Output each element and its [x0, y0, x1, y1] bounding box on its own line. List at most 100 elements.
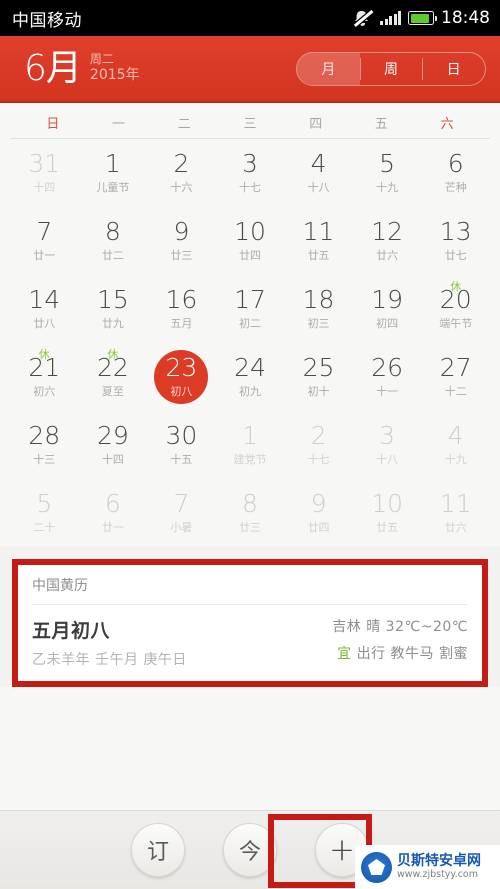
day-lunar-label: 廿一: [33, 249, 56, 263]
almanac-title: 中国黄历: [32, 575, 468, 605]
app-root: 中国移动 18:48 6月 周二 2015年 月 周 日 日 一 二 三 四 五…: [0, 0, 500, 889]
calendar-day-cell[interactable]: 11 廿五: [284, 207, 353, 275]
calendar-day-cell[interactable]: 1 儿童节: [79, 139, 148, 207]
day-lunar-label: 初十: [307, 385, 330, 399]
day-lunar-label: 十九: [376, 181, 399, 195]
calendar-day-cell[interactable]: 26 十一: [353, 343, 422, 411]
day-lunar-label: 十四: [33, 181, 56, 195]
calendar-day-cell[interactable]: 18 初三: [284, 275, 353, 343]
day-lunar-label: 十三: [33, 453, 56, 467]
day-lunar-label: 十一: [376, 385, 399, 399]
calendar-day-cell[interactable]: 29 十四: [79, 411, 148, 479]
day-number: 24: [234, 352, 266, 382]
calendar-day-cell[interactable]: 16 五月: [147, 275, 216, 343]
day-lunar-label: 初九: [238, 385, 261, 399]
calendar-day-cell[interactable]: 2 十七: [284, 411, 353, 479]
calendar-day-cell[interactable]: 8 廿三: [216, 479, 285, 547]
today-button[interactable]: 今: [223, 823, 277, 877]
calendar-day-cell[interactable]: 11 廿六: [421, 479, 490, 547]
almanac-left: 五月初八 乙未羊年 壬午月 庚午日: [32, 616, 187, 669]
day-number: 30: [165, 420, 198, 450]
day-lunar-label: 十八: [376, 453, 399, 467]
day-lunar-label: 廿五: [307, 249, 330, 263]
clock-label: 18:48: [441, 8, 490, 28]
calendar-day-cell[interactable]: 25 初十: [284, 343, 353, 411]
rest-day-badge: 休: [107, 348, 119, 361]
subscribe-button[interactable]: 订: [131, 823, 185, 877]
calendar-day-cell[interactable]: 1 建党节: [216, 411, 285, 479]
calendar-day-cell[interactable]: 12 廿六: [353, 207, 422, 275]
calendar-day-cell[interactable]: 23 初八: [147, 343, 216, 411]
calendar-day-cell[interactable]: 28 十三: [10, 411, 79, 479]
day-lunar-label: 廿三: [170, 249, 193, 263]
bottom-toolbar: 订 今 + 贝斯特安卓网 www.zjbstyy.com: [0, 810, 500, 889]
calendar-day-cell[interactable]: 4 十九: [421, 411, 490, 479]
yi-items: 出行 教牛马 割蜜: [356, 646, 468, 662]
calendar-day-cell[interactable]: 15 廿九: [79, 275, 148, 343]
app-header: 6月 周二 2015年 月 周 日: [0, 36, 500, 103]
calendar-day-cell[interactable]: 13 廿七: [421, 207, 490, 275]
calendar-day-cell[interactable]: 17 初二: [216, 275, 285, 343]
day-number: 3: [379, 420, 396, 450]
day-number: 3: [242, 148, 258, 178]
header-date-block[interactable]: 6月 周二 2015年: [24, 50, 140, 87]
calendar-day-cell[interactable]: 休 21 初六: [10, 343, 79, 411]
day-lunar-label: 端午节: [439, 317, 473, 331]
day-number: 6: [447, 148, 464, 178]
calendar-day-cell[interactable]: 7 小暑: [147, 479, 216, 547]
calendar-day-cell[interactable]: 休 20 端午节: [421, 275, 490, 343]
calendar-day-cell[interactable]: 3 十七: [216, 139, 285, 207]
calendar-day-cell[interactable]: 31 十四: [10, 139, 79, 207]
day-number: 8: [242, 488, 258, 518]
almanac-right: 吉林 晴 32℃~20℃ 宜 出行 教牛马 割蜜: [332, 616, 468, 663]
view-mode-switch[interactable]: 月 周 日: [296, 51, 486, 86]
weekday-mon: 一: [112, 117, 126, 132]
calendar-day-cell[interactable]: 30 十五: [147, 411, 216, 479]
weather-label: 吉林 晴 32℃~20℃: [332, 619, 468, 635]
calendar-day-cell[interactable]: 6 芒种: [421, 139, 490, 207]
calendar-day-cell[interactable]: 6 廿一: [79, 479, 148, 547]
calendar-day-cell[interactable]: 休 22 夏至: [79, 343, 148, 411]
tab-month[interactable]: 月: [297, 52, 360, 85]
day-lunar-label: 初八: [170, 385, 193, 399]
calendar-day-cell[interactable]: 5 二十: [10, 479, 79, 547]
day-lunar-label: 廿六: [376, 249, 399, 263]
day-number: 28: [28, 420, 61, 450]
almanac-body: 五月初八 乙未羊年 壬午月 庚午日 吉林 晴 32℃~20℃ 宜 出行 教牛马 …: [32, 605, 468, 669]
day-lunar-label: 小暑: [170, 521, 193, 535]
calendar-day-cell[interactable]: 5 十九: [353, 139, 422, 207]
calendar-day-cell[interactable]: 4 十八: [284, 139, 353, 207]
calendar-day-cell[interactable]: 14 廿八: [10, 275, 79, 343]
weekday-header-row: 日 一 二 三 四 五 六: [10, 106, 490, 139]
watermark-text: 贝斯特安卓网 www.zjbstyy.com: [397, 853, 481, 880]
day-lunar-label: 建党节: [233, 453, 267, 467]
tab-week[interactable]: 周: [359, 53, 423, 85]
calendar-day-cell[interactable]: 10 廿五: [353, 479, 422, 547]
day-number: 7: [36, 216, 53, 246]
day-number: 11: [302, 216, 335, 246]
calendar-day-cell[interactable]: 10 廿四: [216, 207, 285, 275]
calendar-day-cell[interactable]: 27 十二: [421, 343, 490, 411]
calendar-day-cell[interactable]: 7 廿一: [10, 207, 79, 275]
weekday-sun: 日: [46, 117, 60, 132]
calendar-day-cell[interactable]: 2 十六: [147, 139, 216, 207]
day-lunar-label: 初六: [33, 385, 56, 399]
day-number: 26: [371, 352, 404, 382]
day-lunar-label: 夏至: [101, 385, 124, 399]
day-lunar-label: 廿一: [101, 521, 124, 535]
calendar-day-cell[interactable]: 9 廿三: [147, 207, 216, 275]
calendar: 日 一 二 三 四 五 六 31 十四 1 儿童节 2 十六 3 十七 4 十八 5 十九 6 芒种 7 廿一…: [0, 103, 500, 547]
day-lunar-label: 十四: [101, 453, 124, 467]
almanac-panel[interactable]: 中国黄历 五月初八 乙未羊年 壬午月 庚午日 吉林 晴 32℃~20℃ 宜 出行…: [18, 565, 482, 681]
day-number: 31: [28, 148, 61, 178]
calendar-day-cell[interactable]: 8 廿二: [79, 207, 148, 275]
header-weekday: 周二: [89, 52, 114, 66]
calendar-day-cell[interactable]: 19 初四: [353, 275, 422, 343]
calendar-day-cell[interactable]: 24 初九: [216, 343, 285, 411]
day-number: 19: [371, 284, 404, 314]
day-number: 13: [439, 216, 472, 246]
tab-day[interactable]: 日: [422, 53, 485, 85]
calendar-day-cell[interactable]: 9 廿四: [284, 479, 353, 547]
calendar-day-cell[interactable]: 3 十八: [353, 411, 422, 479]
weekday-wed: 三: [243, 117, 257, 132]
